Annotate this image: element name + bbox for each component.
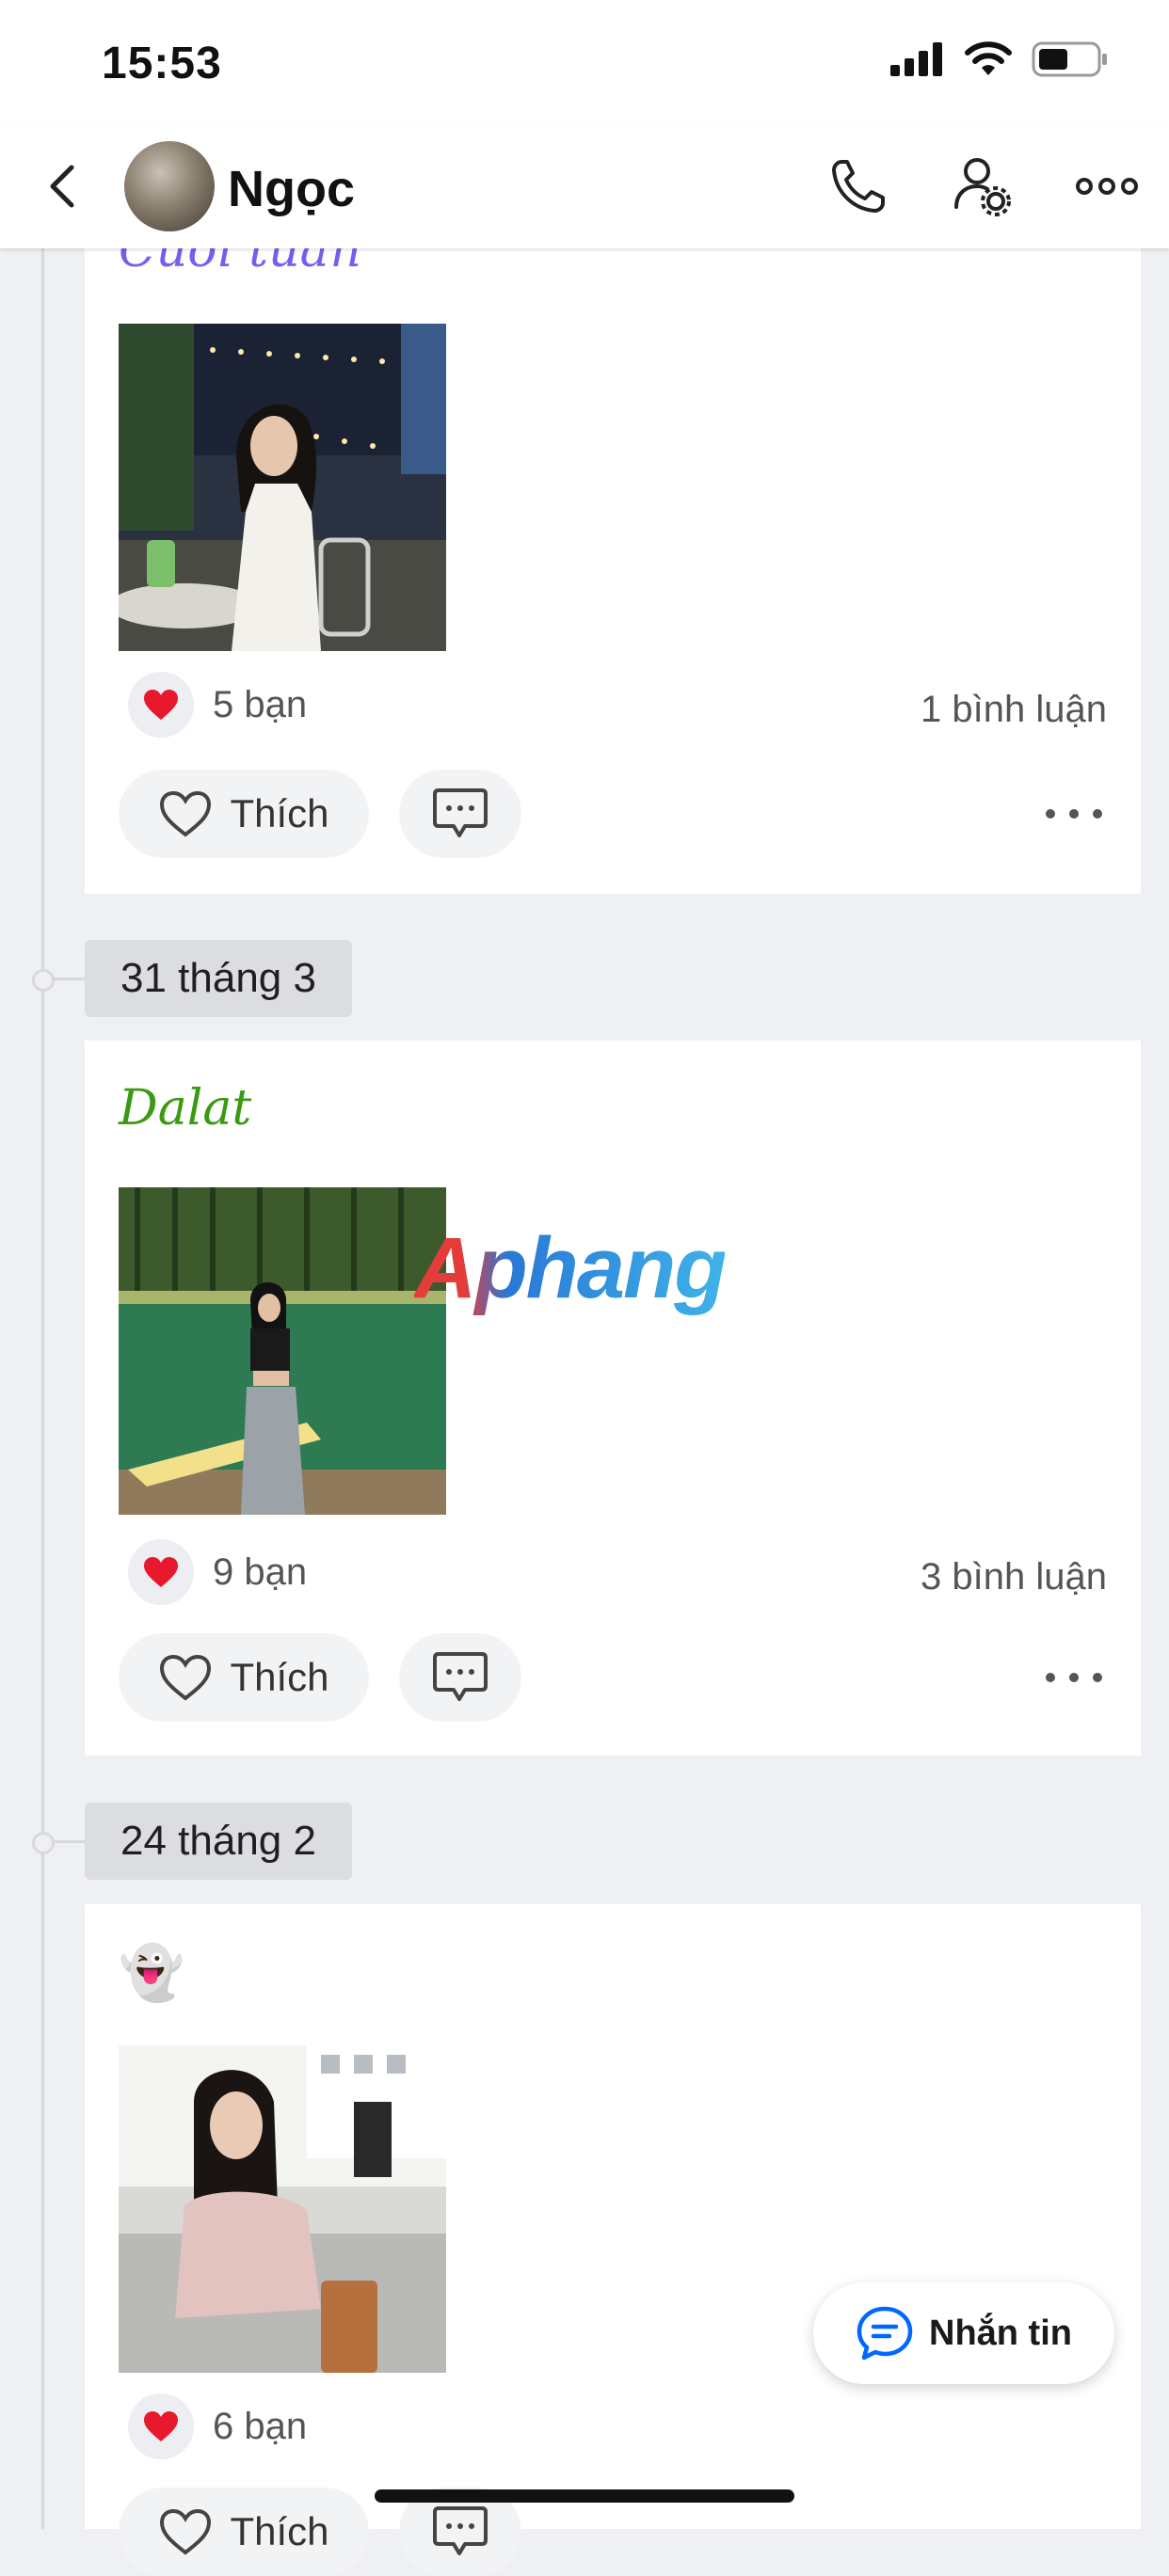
status-time: 15:53: [102, 39, 222, 88]
like-button-label: Thích: [230, 1655, 329, 1699]
heart-outline-icon: [160, 1654, 212, 1701]
post-photo[interactable]: [119, 1187, 446, 1515]
date-label: 24 tháng 2: [85, 1803, 352, 1880]
phone-call-icon[interactable]: [825, 152, 892, 220]
timeline-connector: [53, 978, 85, 980]
photo-cafe-night-image: [119, 324, 446, 651]
comment-button[interactable]: [399, 1633, 521, 1722]
photo-lake-image: [119, 1187, 446, 1515]
wifi-icon: [965, 41, 1012, 75]
post-photo[interactable]: [119, 324, 446, 651]
status-icons: [890, 41, 1109, 77]
heart-reaction-icon: [128, 1539, 194, 1605]
heart-reaction-icon: [128, 2393, 194, 2459]
post-card: 👻 6 bạn Thích: [85, 1904, 1141, 2576]
timeline-node: [32, 969, 55, 992]
like-button-label: Thích: [230, 791, 329, 835]
comment-icon: [433, 788, 488, 837]
reaction-summary[interactable]: 9 bạn: [128, 1539, 307, 1605]
photo-portrait-image: [119, 2045, 446, 2373]
post-caption: Dalat: [119, 1080, 252, 1137]
comment-count[interactable]: 3 bình luận: [921, 1556, 1107, 1598]
send-message-button[interactable]: Nhắn tin: [813, 2282, 1114, 2384]
watermark-logo: Aphang: [414, 1220, 727, 1316]
comment-button[interactable]: [399, 770, 521, 858]
timeline-line: [41, 248, 44, 2529]
send-message-label: Nhắn tin: [929, 2313, 1072, 2353]
post-card: Cuối tuần 5 bạn 1 bình luận Thích: [85, 222, 1141, 894]
profile-settings-icon[interactable]: [949, 152, 1017, 220]
battery-icon: [1032, 41, 1107, 77]
profile-name[interactable]: Ngọc: [228, 160, 355, 218]
timeline-connector: [53, 1840, 85, 1843]
chat-header: Ngọc: [0, 124, 1169, 248]
comment-count[interactable]: 1 bình luận: [921, 689, 1107, 731]
post-card: Dalat 9 bạn 3 bình luận Thích: [85, 1041, 1141, 1756]
heart-reaction-icon: [128, 672, 194, 738]
like-count: 5 bạn: [213, 683, 308, 725]
chat-bubble-icon: [857, 2306, 913, 2361]
home-indicator[interactable]: [375, 2489, 794, 2503]
post-caption: 👻: [119, 1943, 184, 2002]
post-photo[interactable]: [119, 2045, 446, 2373]
like-button[interactable]: Thích: [119, 2488, 369, 2576]
like-count: 9 bạn: [213, 1550, 308, 1593]
back-icon[interactable]: [34, 156, 94, 216]
post-more-icon[interactable]: [1041, 800, 1107, 828]
date-label: 31 tháng 3: [85, 940, 352, 1017]
more-options-icon[interactable]: [1075, 152, 1139, 220]
timeline-node: [32, 1832, 55, 1854]
like-count: 6 bạn: [213, 2405, 308, 2447]
avatar[interactable]: [124, 141, 215, 231]
reaction-summary[interactable]: 5 bạn: [128, 672, 307, 738]
heart-outline-icon: [160, 2508, 212, 2555]
comment-icon: [433, 1652, 488, 1701]
like-button[interactable]: Thích: [119, 770, 369, 858]
like-button-label: Thích: [230, 2509, 329, 2553]
reaction-summary[interactable]: 6 bạn: [128, 2393, 307, 2459]
heart-outline-icon: [160, 790, 212, 837]
comment-icon: [433, 2506, 488, 2555]
status-bar: 15:53: [0, 0, 1169, 124]
like-button[interactable]: Thích: [119, 1633, 369, 1722]
cellular-signal-icon: [890, 42, 942, 76]
post-more-icon[interactable]: [1041, 1663, 1107, 1692]
